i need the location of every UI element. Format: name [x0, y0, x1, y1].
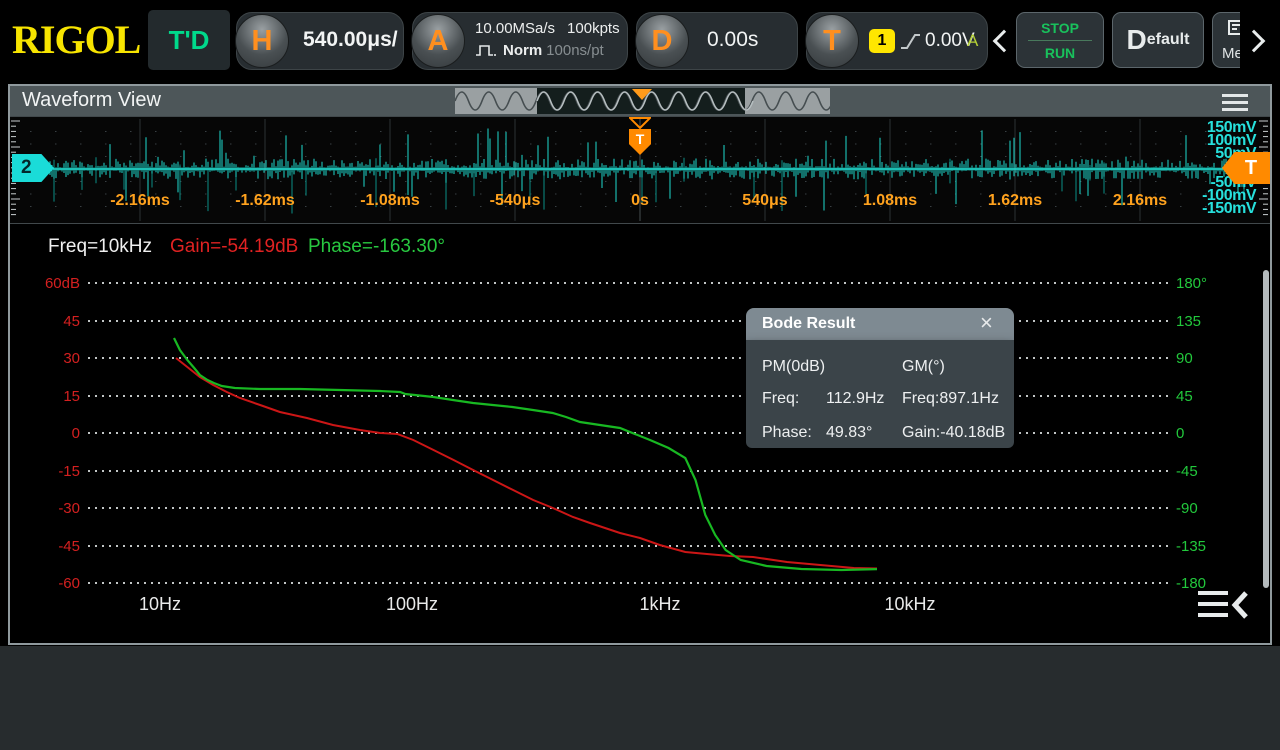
window-menu-icon[interactable] — [1222, 94, 1248, 115]
time-label: -540μs — [470, 192, 560, 210]
time-label: 0s — [595, 192, 685, 210]
phase-tick-label: 0 — [1176, 425, 1226, 442]
pm-freq-value: 112.9Hz — [826, 390, 884, 408]
default-initial: D — [1127, 24, 1147, 56]
delay-icon[interactable]: D — [635, 14, 689, 68]
gain-tick-label: 45 — [36, 313, 80, 330]
popup-header[interactable]: Bode Result × — [746, 308, 1014, 340]
gain-tick-label: 0 — [36, 425, 80, 442]
sample-rate: 10.00MSa/s — [475, 20, 555, 37]
freq-tick-label: 10kHz — [865, 594, 955, 615]
time-label: 1.62ms — [970, 192, 1060, 210]
gain-tick-label: -15 — [36, 463, 80, 480]
pm-freq-label: Freq: — [762, 390, 799, 408]
pm-phase-label: Phase: — [762, 424, 812, 442]
freq-tick-label: 10Hz — [115, 594, 205, 615]
time-label: -2.16ms — [95, 192, 185, 210]
trigger-icon[interactable]: T — [805, 14, 859, 68]
bode-readout-gain: Gain=-54.19dB — [170, 236, 298, 258]
acquire-settings-group[interactable]: A 10.00MSa/s 100kpts Norm 100ns/pt — [412, 12, 628, 70]
default-rest: efault — [1147, 31, 1190, 49]
phase-tick-label: -135 — [1176, 538, 1226, 555]
gain-tick-label: 60dB — [36, 275, 80, 292]
phase-tick-label: -90 — [1176, 500, 1226, 517]
phase-tick-label: 135 — [1176, 313, 1226, 330]
acquire-mode: Norm — [503, 42, 542, 59]
bode-gridline — [88, 470, 1168, 472]
time-label: -1.08ms — [345, 192, 435, 210]
phase-tick-label: 90 — [1176, 350, 1226, 367]
oscilloscope-screen: RIGOL T'D H 540.00μs/ A 10.00MSa/s 100kp… — [0, 0, 1280, 750]
pm-header: PM(0dB) — [762, 358, 825, 376]
phase-tick-label: 180° — [1176, 275, 1226, 292]
freq-tick-label: 100Hz — [367, 594, 457, 615]
run-label: RUN — [1017, 45, 1103, 61]
bode-gridline — [88, 507, 1168, 509]
freq-tick-label: 1kHz — [615, 594, 705, 615]
gm-gain-value: Gain:-40.18dB — [902, 424, 1005, 442]
toolbar-prev-icon[interactable] — [993, 30, 1016, 53]
rigol-logo: RIGOL — [12, 16, 140, 63]
stop-run-button[interactable]: STOP RUN — [1016, 12, 1104, 68]
pulse-waveform-icon — [475, 42, 499, 59]
bode-gridline — [88, 545, 1168, 547]
pm-phase-value: 49.83° — [826, 424, 872, 442]
bode-result-popup[interactable]: Bode Result × PM(0dB) GM(°) Freq: 112.9H… — [746, 308, 1014, 448]
stop-run-divider — [1028, 40, 1092, 41]
gain-tick-label: 30 — [36, 350, 80, 367]
timebase-scale: 540.00μs/ — [303, 28, 398, 52]
vertical-scrollbar[interactable] — [1263, 270, 1269, 588]
time-label: 2.16ms — [1095, 192, 1185, 210]
gm-freq-value: Freq:897.1Hz — [902, 390, 999, 408]
gain-tick-label: 15 — [36, 388, 80, 405]
trigger-source-badge[interactable]: 1 — [869, 29, 895, 53]
time-label: 1.08ms — [845, 192, 935, 210]
delay-settings-group[interactable]: D 0.00s — [636, 12, 798, 70]
default-button[interactable]: Default — [1112, 12, 1204, 68]
waveform-view-header[interactable]: Waveform View — [10, 86, 1270, 116]
acquire-icon[interactable]: A — [411, 14, 465, 68]
collapse-menu-icon[interactable] — [1198, 588, 1252, 622]
phase-tick-label: 45 — [1176, 388, 1226, 405]
stop-label: STOP — [1017, 20, 1103, 36]
gain-tick-label: -60 — [36, 575, 80, 592]
rising-edge-icon — [899, 28, 921, 54]
bode-gridline — [88, 282, 1168, 284]
popup-body: PM(0dB) GM(°) Freq: 112.9Hz Freq:897.1Hz… — [746, 340, 1014, 448]
bode-readout-freq: Freq=10kHz — [48, 236, 152, 258]
volt-label: -150mV — [1186, 202, 1256, 215]
time-label: 540μs — [720, 192, 810, 210]
trigger-status-badge: T'D — [148, 10, 230, 70]
window-title: Waveform View — [22, 89, 161, 112]
trigger-position-outline-icon[interactable] — [629, 117, 651, 129]
memory-depth: 100kpts — [567, 20, 620, 37]
horizontal-settings-group[interactable]: H 540.00μs/ — [236, 12, 404, 70]
bode-gridline — [88, 582, 1168, 584]
trigger-delay-value: 0.00s — [707, 28, 758, 52]
gain-tick-label: -30 — [36, 500, 80, 517]
popup-title: Bode Result — [762, 315, 855, 333]
sample-resolution: 100ns/pt — [546, 42, 604, 59]
phase-tick-label: -45 — [1176, 463, 1226, 480]
bode-readout-phase: Phase=-163.30° — [308, 236, 445, 258]
trigger-settings-group[interactable]: T 1 0.00V A — [806, 12, 988, 70]
time-label: -1.62ms — [220, 192, 310, 210]
timebase-overview-bar[interactable] — [455, 88, 830, 114]
horizontal-icon[interactable]: H — [235, 14, 289, 68]
top-status-bar: RIGOL T'D H 540.00μs/ A 10.00MSa/s 100kp… — [0, 0, 1280, 80]
bottom-status-bar: R 150.00mV/0.00V∼250.00mV/0.00V∼350.00mV… — [0, 646, 1280, 750]
gm-header: GM(°) — [902, 358, 945, 376]
trigger-sweep-mode: A — [967, 31, 978, 51]
gain-tick-label: -45 — [36, 538, 80, 555]
close-icon[interactable]: × — [980, 310, 993, 336]
